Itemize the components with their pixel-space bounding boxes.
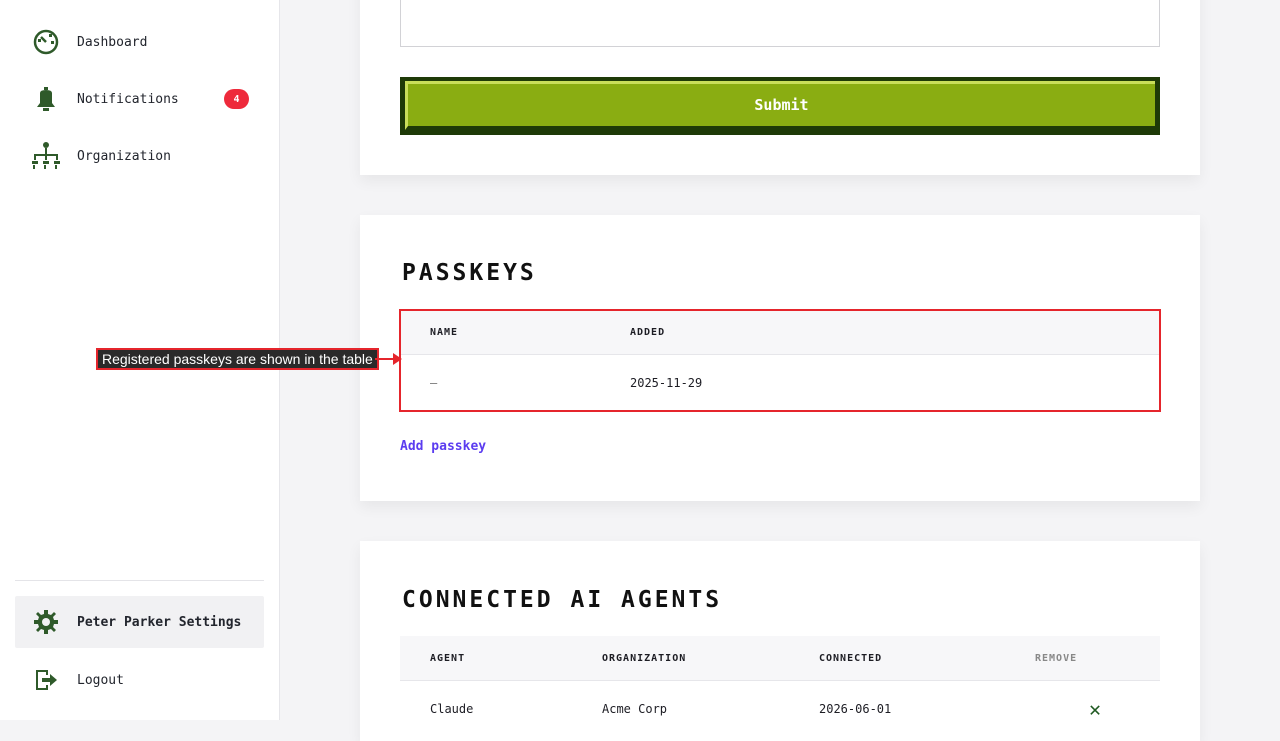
sidebar-item-label: Dashboard bbox=[77, 34, 148, 50]
table-header: NAME ADDED bbox=[400, 310, 1160, 355]
column-header-name: NAME bbox=[430, 326, 459, 338]
passkeys-card: PASSKEYS NAME ADDED – 2025-11-29 Add pas… bbox=[360, 215, 1200, 501]
callout-arrow-icon bbox=[375, 353, 402, 365]
sidebar-item-logout[interactable]: Logout bbox=[15, 654, 264, 706]
bell-icon bbox=[29, 82, 63, 116]
gear-icon bbox=[29, 605, 63, 639]
agents-table: AGENT ORGANIZATION CONNECTED REMOVE Clau… bbox=[400, 636, 1160, 737]
add-passkey-link[interactable]: Add passkey bbox=[400, 439, 486, 454]
sidebar-item-settings[interactable]: Peter Parker Settings bbox=[15, 596, 264, 648]
sidebar-item-label: Organization bbox=[77, 148, 171, 164]
submit-button-label: Submit bbox=[405, 81, 1155, 130]
annotation-callout: Registered passkeys are shown in the tab… bbox=[96, 348, 379, 370]
dashboard-icon bbox=[29, 25, 63, 59]
agents-heading: CONNECTED AI AGENTS bbox=[402, 587, 723, 613]
sidebar-divider bbox=[15, 580, 264, 581]
form-text-field[interactable] bbox=[400, 0, 1160, 47]
table-row: – 2025-11-29 bbox=[400, 355, 1160, 411]
passkeys-heading: PASSKEYS bbox=[402, 260, 537, 286]
connected-agents-card: CONNECTED AI AGENTS AGENT ORGANIZATION C… bbox=[360, 541, 1200, 741]
column-header-agent: AGENT bbox=[430, 652, 466, 664]
agent-organization: Acme Corp bbox=[602, 702, 668, 716]
sidebar-item-label: Peter Parker Settings bbox=[77, 614, 242, 630]
sidebar-item-organization[interactable]: Organization bbox=[15, 130, 264, 182]
logout-icon bbox=[29, 663, 63, 697]
notification-count-badge: 4 bbox=[224, 89, 249, 109]
passkeys-table: NAME ADDED – 2025-11-29 bbox=[400, 310, 1160, 411]
agent-connected-date: 2026-06-01 bbox=[819, 702, 892, 716]
main-content: Submit PASSKEYS NAME ADDED – 2025-11-29 … bbox=[280, 0, 1280, 741]
passkey-name: – bbox=[430, 376, 438, 390]
column-header-added: ADDED bbox=[630, 326, 666, 338]
sidebar-item-dashboard[interactable]: Dashboard bbox=[15, 16, 264, 68]
table-header: AGENT ORGANIZATION CONNECTED REMOVE bbox=[400, 636, 1160, 681]
org-chart-icon bbox=[29, 139, 63, 173]
table-row: Claude Acme Corp 2026-06-01 ✕ bbox=[400, 681, 1160, 737]
column-header-organization: ORGANIZATION bbox=[602, 652, 687, 664]
sidebar-item-notifications[interactable]: Notifications 4 bbox=[15, 73, 264, 125]
sidebar-item-label: Notifications bbox=[77, 91, 179, 107]
submit-button[interactable]: Submit bbox=[400, 77, 1160, 135]
passkey-added-date: 2025-11-29 bbox=[630, 376, 703, 390]
profile-form-card: Submit bbox=[360, 0, 1200, 175]
column-header-remove: REMOVE bbox=[1035, 652, 1078, 664]
column-header-connected: CONNECTED bbox=[819, 652, 883, 664]
sidebar-item-label: Logout bbox=[77, 672, 124, 688]
remove-agent-icon[interactable]: ✕ bbox=[1089, 697, 1101, 721]
agent-name: Claude bbox=[430, 702, 474, 716]
